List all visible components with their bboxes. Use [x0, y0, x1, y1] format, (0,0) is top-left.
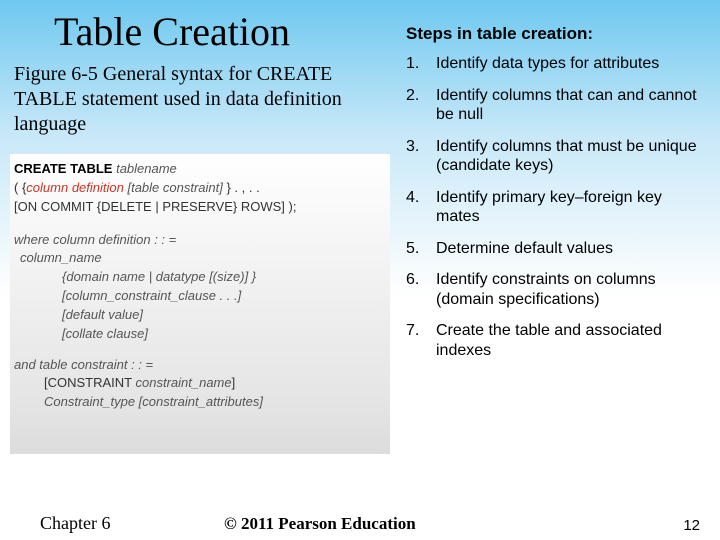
copyright-label: © 2011 Pearson Education	[224, 514, 416, 534]
column-name: column_name	[14, 249, 390, 268]
kw-create-table: CREATE TABLE	[14, 161, 112, 176]
red-column-def: column definition	[26, 180, 124, 195]
steps-heading: Steps in table creation:	[406, 24, 593, 44]
on-commit-line: [ON COMMIT {DELETE | PRESERVE} ROWS] );	[14, 198, 390, 217]
constraint-name: constraint_name	[136, 375, 232, 390]
where-col-def: where column definition : : =	[14, 231, 390, 250]
step-item: Identify columns that can and cannot be …	[406, 86, 702, 125]
figure-caption: Figure 6-5 General syntax for CREATE TAB…	[14, 62, 374, 137]
constraint-type: Constraint_type	[44, 394, 139, 409]
chapter-label: Chapter 6	[40, 513, 110, 534]
page-number: 12	[683, 517, 700, 534]
step-item: Identify constraints on columns (domain …	[406, 270, 702, 309]
step-item: Determine default values	[406, 239, 702, 259]
default-value: [default value]	[14, 306, 390, 325]
domain-datatype: {domain name | datatype [(size)] }	[14, 268, 390, 287]
bracket-close: ]	[232, 375, 236, 390]
ital-table-constraint: [table constraint]	[124, 180, 223, 195]
step-item: Identify data types for attributes	[406, 54, 702, 74]
kw-constraint: [CONSTRAINT	[44, 375, 136, 390]
steps-list: Identify data types for attributes Ident…	[406, 54, 702, 372]
constraint-attrs: [constraint_attributes]	[139, 394, 263, 409]
col-constraint-clause: [column_constraint_clause . . .]	[14, 287, 390, 306]
step-item: Identify primary key–foreign key mates	[406, 188, 702, 227]
and-table-constraint: and table constraint : : =	[14, 356, 390, 375]
step-item: Identify columns that must be unique (ca…	[406, 137, 702, 176]
collate-clause: [collate clause]	[14, 325, 390, 344]
step-item: Create the table and associated indexes	[406, 321, 702, 360]
brace-close-dots: } . , . .	[223, 180, 260, 195]
brace-open: ( {	[14, 180, 26, 195]
ital-tablename: tablename	[112, 161, 176, 176]
syntax-definition: CREATE TABLE tablename ( {column definit…	[10, 154, 390, 454]
slide-title: Table Creation	[54, 8, 290, 55]
